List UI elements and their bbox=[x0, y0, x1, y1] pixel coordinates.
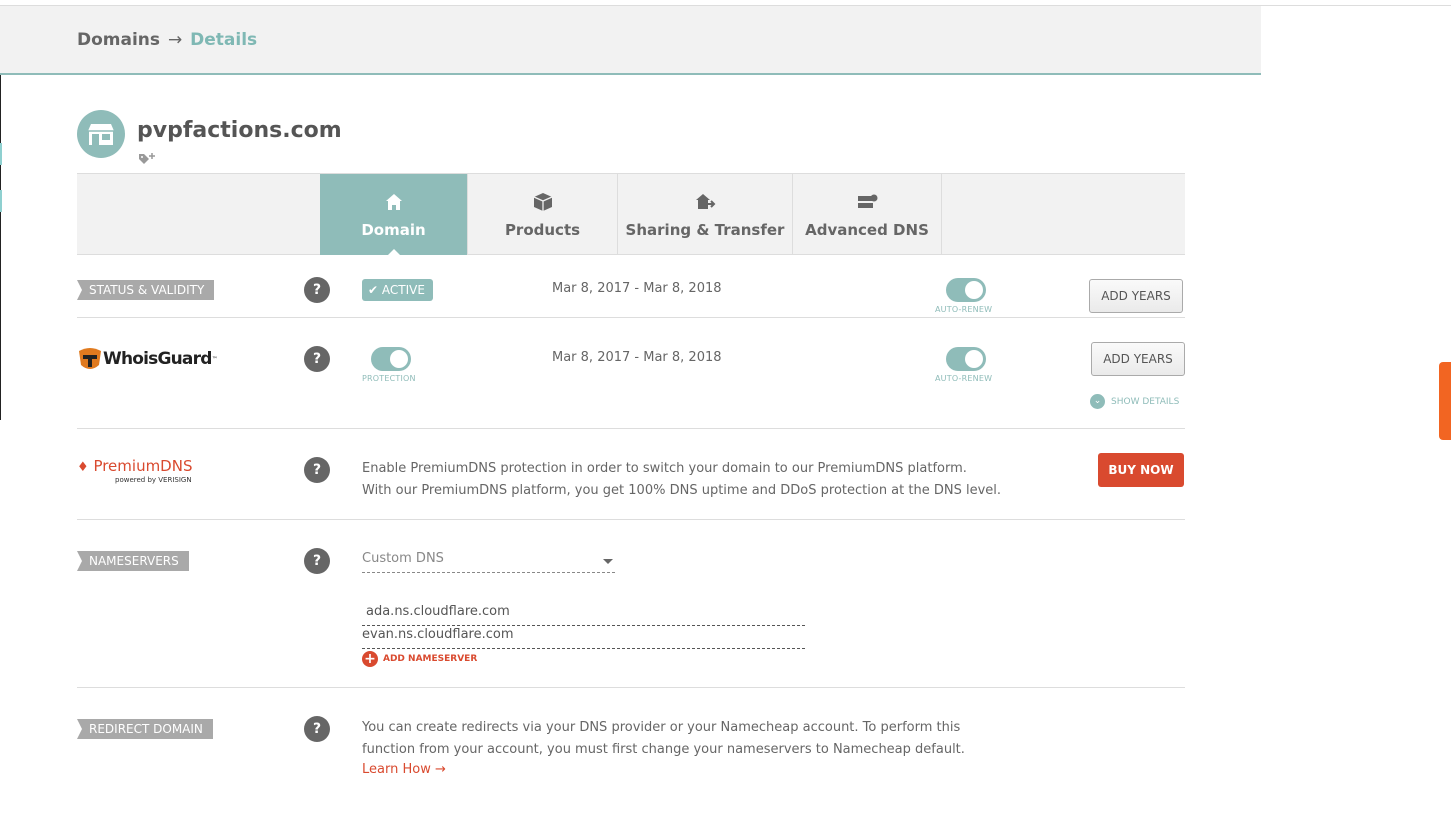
status-help-button[interactable]: ? bbox=[304, 277, 330, 303]
status-dates: Mar 8, 2017 - Mar 8, 2018 bbox=[552, 281, 722, 296]
nameservers-label: NAMESERVERS bbox=[77, 551, 189, 571]
premiumdns-logo: ♦ PremiumDNS powered by VERISIGN bbox=[77, 457, 192, 484]
tab-domain[interactable]: Domain bbox=[320, 174, 468, 256]
server-icon bbox=[858, 194, 878, 208]
domain-tabs: Domain Products Sharing & Transfer Advan… bbox=[77, 173, 1185, 256]
transfer-icon bbox=[696, 193, 716, 209]
tab-label: Products bbox=[504, 220, 581, 239]
premiumdns-help-button[interactable]: ? bbox=[304, 457, 330, 483]
redirect-domain-label: REDIRECT DOMAIN bbox=[77, 719, 213, 739]
premiumdns-description: Enable PremiumDNS protection in order to… bbox=[362, 458, 1001, 502]
buy-now-button[interactable]: BUY NOW bbox=[1098, 453, 1184, 487]
whoisguard-logo-text: WhoisGuard bbox=[103, 349, 212, 369]
premiumdns-logo-text: PremiumDNS bbox=[93, 457, 193, 475]
row-divider bbox=[77, 519, 1185, 520]
left-edge-marker bbox=[0, 143, 2, 165]
check-icon: ✔ bbox=[368, 283, 379, 297]
status-add-years-button[interactable]: ADD YEARS bbox=[1089, 279, 1183, 313]
box-icon bbox=[533, 192, 552, 211]
redirect-line-1: You can create redirects via your DNS pr… bbox=[362, 720, 961, 735]
add-nameserver-label: ADD NAMESERVER bbox=[383, 654, 478, 664]
nameserver-input[interactable]: evan.ns.cloudflare.com bbox=[362, 627, 805, 649]
domain-name-title: pvpfactions.com bbox=[137, 118, 342, 143]
breadcrumb-domains-link[interactable]: Domains bbox=[77, 30, 160, 50]
row-divider bbox=[77, 687, 1185, 688]
whoisguard-protection-toggle[interactable] bbox=[371, 347, 411, 371]
status-auto-renew-toggle[interactable] bbox=[946, 278, 986, 302]
redirect-help-button[interactable]: ? bbox=[304, 716, 330, 742]
premiumdns-line-2: With our PremiumDNS platform, you get 10… bbox=[362, 483, 1002, 498]
status-auto-renew-label: AUTO-RENEW bbox=[935, 305, 993, 314]
row-divider bbox=[77, 317, 1185, 318]
premiumdns-line-1: Enable PremiumDNS protection in order to… bbox=[362, 461, 967, 476]
breadcrumb: Domains → Details bbox=[77, 30, 257, 50]
left-edge-marker bbox=[0, 190, 2, 212]
tab-label: Sharing & Transfer bbox=[625, 220, 785, 239]
whoisguard-logo: WhoisGuard ™ bbox=[77, 347, 218, 371]
learn-how-link[interactable]: Learn How → bbox=[362, 762, 446, 777]
premiumdns-logo-name: ♦ PremiumDNS bbox=[77, 457, 192, 475]
plus-icon: + bbox=[362, 651, 378, 667]
nameservers-help-button[interactable]: ? bbox=[304, 548, 330, 574]
whoisguard-helmet-icon bbox=[79, 348, 101, 369]
redirect-line-2: function from your account, you must fir… bbox=[362, 742, 965, 757]
tab-label: Domain bbox=[361, 220, 426, 239]
tab-products[interactable]: Products bbox=[468, 174, 618, 255]
storefront-icon bbox=[77, 110, 125, 158]
home-icon bbox=[385, 193, 402, 210]
nameserver-type-value: Custom DNS bbox=[362, 551, 444, 566]
status-validity-label: STATUS & VALIDITY bbox=[77, 280, 215, 300]
breadcrumb-current: Details bbox=[190, 30, 258, 50]
redirect-description: You can create redirects via your DNS pr… bbox=[362, 717, 965, 761]
left-edge bbox=[0, 75, 1, 420]
show-details-link[interactable]: ⌄ SHOW DETAILS bbox=[1090, 394, 1179, 409]
add-tag-icon[interactable] bbox=[139, 152, 155, 167]
status-badge-text: ACTIVE bbox=[381, 283, 425, 297]
tab-sharing-transfer[interactable]: Sharing & Transfer bbox=[618, 174, 793, 255]
show-details-text: SHOW DETAILS bbox=[1111, 396, 1180, 407]
whoisguard-add-years-button[interactable]: ADD YEARS bbox=[1091, 342, 1185, 376]
whoisguard-dates: Mar 8, 2017 - Mar 8, 2018 bbox=[552, 350, 722, 365]
chevron-down-icon: ⌄ bbox=[1090, 394, 1105, 409]
whoisguard-auto-renew-label: AUTO-RENEW bbox=[935, 374, 993, 383]
whoisguard-help-button[interactable]: ? bbox=[304, 346, 330, 372]
verisign-powered-by: powered by VERISIGN bbox=[115, 476, 192, 484]
tab-advanced-dns[interactable]: Advanced DNS bbox=[793, 174, 942, 255]
nameserver-input[interactable]: ada.ns.cloudflare.com bbox=[362, 604, 805, 626]
add-nameserver-button[interactable]: + ADD NAMESERVER bbox=[362, 651, 477, 667]
whoisguard-trademark: ™ bbox=[211, 355, 218, 363]
tab-label: Advanced DNS bbox=[805, 220, 929, 239]
diamond-icon: ♦ bbox=[77, 460, 89, 475]
status-badge: ✔ ACTIVE bbox=[362, 279, 433, 301]
breadcrumb-arrow: → bbox=[167, 30, 183, 50]
nameserver-type-select[interactable]: Custom DNS bbox=[362, 551, 615, 573]
whoisguard-auto-renew-toggle[interactable] bbox=[946, 347, 986, 371]
feedback-side-tab[interactable] bbox=[1439, 362, 1451, 440]
row-divider bbox=[77, 428, 1185, 429]
protection-label: PROTECTION bbox=[362, 374, 416, 383]
caret-down-icon bbox=[603, 559, 613, 564]
